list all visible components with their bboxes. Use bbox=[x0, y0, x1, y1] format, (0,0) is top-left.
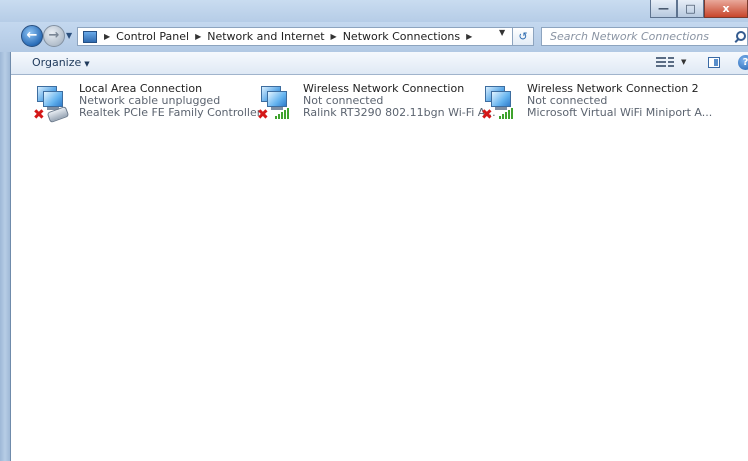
recent-pages-dropdown[interactable]: ▼ bbox=[66, 31, 72, 40]
address-dropdown-icon[interactable]: ▼ bbox=[499, 28, 505, 37]
connection-item-wireless-2[interactable]: ✖ Wireless Network Connection 2 Not conn… bbox=[459, 83, 712, 124]
network-adapter-icon: ✖ bbox=[257, 86, 293, 124]
search-placeholder: Search Network Connections bbox=[550, 30, 709, 43]
wifi-signal-icon bbox=[275, 107, 291, 119]
address-row: ← → ▼ ▶ Control Panel ▶ Network and Inte… bbox=[0, 22, 748, 52]
search-icon[interactable] bbox=[734, 31, 746, 43]
disconnected-x-icon: ✖ bbox=[33, 107, 45, 123]
minimize-icon: — bbox=[658, 2, 669, 15]
title-bar: — □ x bbox=[0, 0, 748, 24]
breadcrumb-control-panel[interactable]: Control Panel bbox=[116, 30, 189, 43]
address-bar[interactable]: ▶ Control Panel ▶ Network and Internet ▶… bbox=[77, 27, 517, 46]
maximize-button[interactable]: □ bbox=[677, 0, 704, 18]
close-icon: x bbox=[722, 2, 730, 15]
breadcrumb-network-connections[interactable]: Network Connections bbox=[343, 30, 460, 43]
connections-list: ✖ Local Area Connection Network cable un… bbox=[11, 75, 748, 461]
window-controls: — □ x bbox=[650, 0, 748, 18]
network-adapter-icon: ✖ bbox=[481, 86, 517, 124]
chevron-right-icon[interactable]: ▶ bbox=[466, 32, 472, 41]
control-panel-icon bbox=[82, 30, 98, 44]
network-adapter-icon: ✖ bbox=[33, 86, 70, 124]
connection-item-wireless[interactable]: ✖ Wireless Network Connection Not connec… bbox=[235, 83, 496, 124]
chevron-right-icon[interactable]: ▶ bbox=[195, 32, 201, 41]
disconnected-x-icon: ✖ bbox=[257, 107, 269, 123]
maximize-icon: □ bbox=[685, 2, 696, 15]
chevron-down-icon: ▼ bbox=[84, 60, 90, 68]
help-button[interactable]: ? bbox=[738, 55, 748, 70]
view-options-dropdown-icon[interactable]: ▼ bbox=[681, 58, 686, 66]
change-view-icon[interactable] bbox=[656, 56, 678, 70]
back-button[interactable]: ← bbox=[21, 25, 43, 47]
command-bar: Organize ▼ ▼ ? bbox=[11, 52, 748, 75]
disconnected-x-icon: ✖ bbox=[481, 107, 493, 123]
organize-menu[interactable]: Organize ▼ bbox=[32, 56, 90, 69]
chevron-right-icon[interactable]: ▶ bbox=[104, 32, 110, 41]
organize-label: Organize bbox=[32, 56, 82, 69]
wifi-signal-icon bbox=[499, 107, 515, 119]
breadcrumb-network-and-internet[interactable]: Network and Internet bbox=[207, 30, 324, 43]
forward-button[interactable]: → bbox=[43, 25, 65, 47]
refresh-button[interactable]: ↺ bbox=[512, 27, 534, 46]
window-frame bbox=[0, 0, 11, 461]
close-button[interactable]: x bbox=[704, 0, 748, 18]
connection-device: Realtek PCIe FE Family Controller bbox=[79, 106, 262, 119]
connection-device: Microsoft Virtual WiFi Miniport A... bbox=[527, 106, 713, 119]
chevron-right-icon[interactable]: ▶ bbox=[331, 32, 337, 41]
minimize-button[interactable]: — bbox=[650, 0, 677, 18]
search-input[interactable]: Search Network Connections bbox=[541, 27, 748, 46]
connection-item-local-area[interactable]: ✖ Local Area Connection Network cable un… bbox=[11, 83, 261, 124]
preview-pane-icon[interactable] bbox=[708, 57, 720, 68]
